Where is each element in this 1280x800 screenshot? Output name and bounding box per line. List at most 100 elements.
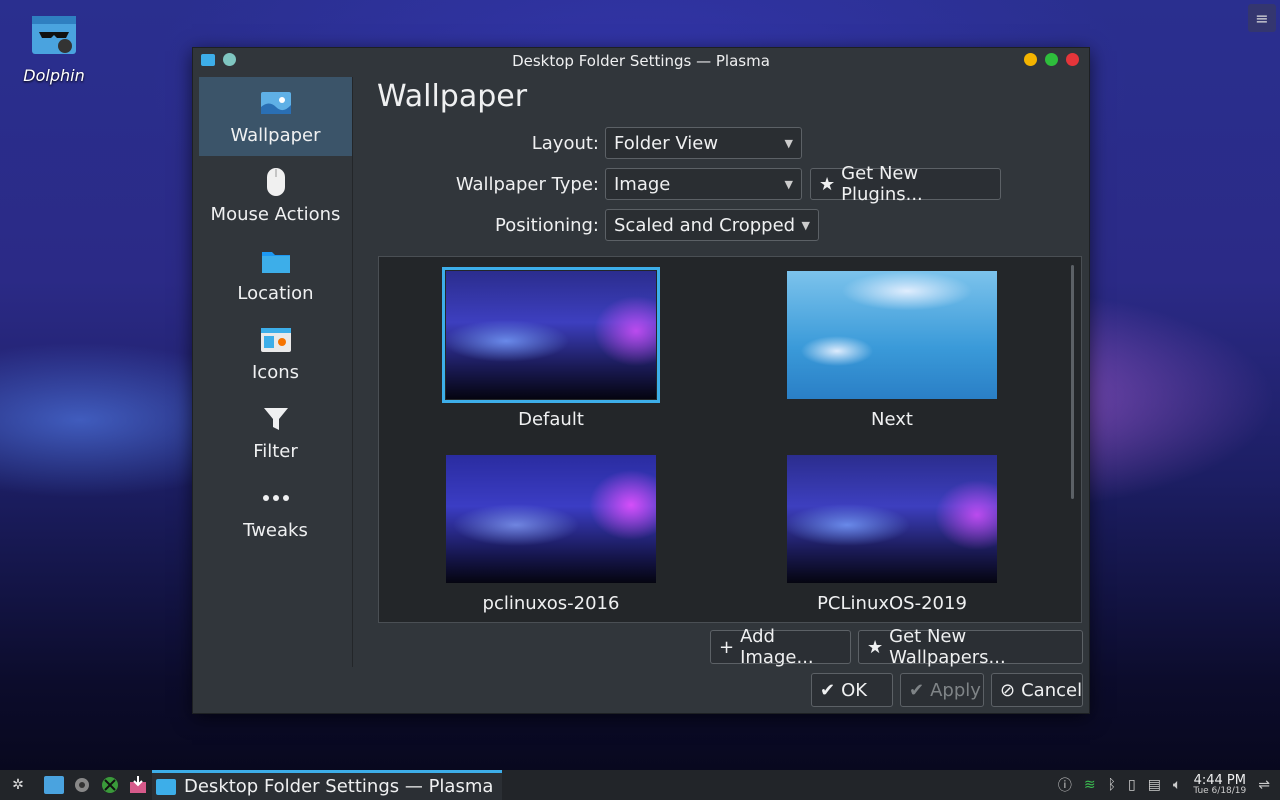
- plus-icon: +: [719, 636, 735, 658]
- desktop-folder-settings-window: Desktop Folder Settings — Plasma Wallpap…: [192, 47, 1090, 714]
- sidebar-item-mouse-actions[interactable]: Mouse Actions: [199, 156, 352, 235]
- hamburger-icon: ≡: [1255, 8, 1269, 28]
- filter-icon: [263, 408, 288, 430]
- desktop-menu-button[interactable]: ≡: [1248, 4, 1276, 32]
- sidebar-item-label: Location: [237, 283, 314, 304]
- volume-icon[interactable]: 🔈︎: [1173, 777, 1181, 793]
- wallpaper-name: Next: [871, 409, 913, 430]
- page-title: Wallpaper: [377, 79, 528, 114]
- positioning-select[interactable]: Scaled and Cropped ▼: [605, 209, 819, 241]
- sidebar-item-label: Filter: [253, 441, 298, 462]
- taskbar: ✲ Desktop Folder Settings — Plasma ⓘ ≋ ᛒ…: [0, 770, 1280, 800]
- wallpaper-page: Wallpaper Layout: Folder View ▼ Wallpape…: [377, 77, 1083, 707]
- sidebar-item-label: Wallpaper: [230, 125, 321, 146]
- wallpaper-name: Default: [518, 409, 584, 430]
- notification-icon[interactable]: ⓘ: [1058, 775, 1072, 795]
- star-icon: ★: [819, 173, 836, 195]
- taskbar-task-desktop-folder-settings[interactable]: Desktop Folder Settings — Plasma: [152, 770, 502, 800]
- layout-value: Folder View: [614, 132, 719, 154]
- xbox-icon: [102, 777, 118, 793]
- sidebar-item-location[interactable]: Location: [199, 235, 352, 314]
- sidebar-item-label: Mouse Actions: [210, 204, 341, 225]
- window-title: Desktop Folder Settings — Plasma: [512, 51, 770, 70]
- apply-button[interactable]: ✔ Apply: [900, 673, 984, 707]
- settings-launcher[interactable]: [72, 775, 92, 795]
- chevron-down-icon: ▼: [784, 136, 793, 150]
- wallpaper-thumbnail: [442, 267, 660, 403]
- ok-button[interactable]: ✔ OK: [811, 673, 893, 707]
- wallpaper-thumbnail: [446, 455, 656, 583]
- title-bar[interactable]: Desktop Folder Settings — Plasma: [193, 48, 1089, 73]
- gallery-scrollbar[interactable]: [1071, 265, 1074, 499]
- dolphin-icon: [32, 16, 76, 54]
- wallpaper-item-pclinuxos-2016[interactable]: pclinuxos-2016: [445, 455, 657, 614]
- chevron-down-icon: ▼: [801, 218, 810, 232]
- sidebar-item-icons[interactable]: Icons: [199, 314, 352, 393]
- wallpaper-type-value: Image: [614, 173, 671, 195]
- wallpaper-type-select[interactable]: Image ▼: [605, 168, 802, 200]
- wallpaper-item-default[interactable]: Default: [442, 267, 660, 430]
- system-tray: ⓘ ≋ ᛒ ▯ ▤ 🔈︎ 4:44 PM Tue 6/18/19 ⇌: [1058, 770, 1270, 800]
- window-app-icon: [156, 778, 176, 795]
- positioning-value: Scaled and Cropped: [614, 214, 796, 236]
- add-image-button[interactable]: + Add Image...: [710, 626, 851, 668]
- installer-launcher[interactable]: [128, 775, 148, 795]
- app-launcher-button[interactable]: ✲: [8, 775, 28, 795]
- positioning-row: Positioning: Scaled and Cropped ▼: [377, 209, 819, 241]
- star-icon: ★: [867, 636, 884, 658]
- check-icon: ✔: [820, 679, 836, 701]
- clock-date: Tue 6/18/19: [1193, 786, 1247, 796]
- sidebar-item-filter[interactable]: Filter: [199, 393, 352, 472]
- maximize-button[interactable]: [1045, 53, 1058, 66]
- clock[interactable]: 4:44 PM Tue 6/18/19: [1193, 774, 1246, 796]
- get-new-plugins-button[interactable]: ★ Get New Plugins...: [810, 163, 1001, 205]
- pin-icon[interactable]: [223, 53, 236, 66]
- more-icon: [262, 495, 289, 501]
- add-image-label: Add Image...: [740, 626, 814, 668]
- gear-icon: [75, 778, 89, 792]
- wallpaper-thumbnail: [787, 271, 997, 399]
- dolphin-launcher[interactable]: [44, 775, 64, 795]
- mouse-icon: [266, 168, 285, 196]
- wallpaper-thumbnail: [787, 455, 997, 583]
- xbox-launcher[interactable]: [100, 775, 120, 795]
- launcher-icon: ✲: [12, 777, 24, 793]
- window-app-icon[interactable]: [201, 53, 215, 66]
- wallpaper-icon: [260, 92, 291, 114]
- wallpaper-name: PCLinuxOS-2019: [817, 593, 967, 614]
- layout-label: Layout:: [531, 132, 599, 154]
- sidebar-item-label: Icons: [251, 362, 299, 383]
- cancel-label: Cancel: [1021, 679, 1083, 701]
- get-new-wallpapers-button[interactable]: ★ Get New Wallpapers...: [858, 626, 1083, 668]
- layout-select[interactable]: Folder View ▼: [605, 127, 802, 159]
- clipboard-icon[interactable]: ▤: [1148, 777, 1161, 793]
- battery-icon[interactable]: ▯: [1128, 777, 1136, 793]
- positioning-label: Positioning:: [495, 214, 599, 236]
- bluetooth-icon[interactable]: ᛒ: [1108, 777, 1116, 793]
- check-icon: ✔: [909, 679, 925, 701]
- wallpaper-type-row: Wallpaper Type: Image ▼ ★ Get New Plugin…: [377, 163, 1001, 205]
- cancel-button[interactable]: ⊘ Cancel: [991, 673, 1083, 707]
- folder-icon: [261, 252, 290, 273]
- wallpaper-grid: Default Next pclinuxos-2016 PCLinuxOS-20…: [378, 256, 1082, 623]
- desktop-icon-label: Dolphin: [23, 66, 85, 85]
- sidebar-item-label: Tweaks: [243, 520, 308, 541]
- close-button[interactable]: [1066, 53, 1079, 66]
- panel-settings-icon[interactable]: ⇌: [1258, 777, 1270, 793]
- icons-icon: [260, 328, 291, 352]
- ok-label: OK: [841, 679, 868, 701]
- minimize-button[interactable]: [1024, 53, 1037, 66]
- layout-row: Layout: Folder View ▼: [377, 127, 802, 159]
- wifi-icon[interactable]: ≋: [1084, 777, 1096, 793]
- sidebar-item-tweaks[interactable]: Tweaks: [199, 472, 352, 551]
- wallpaper-item-next[interactable]: Next: [786, 271, 998, 430]
- apply-label: Apply: [930, 679, 981, 701]
- sidebar-item-wallpaper[interactable]: Wallpaper: [199, 77, 352, 156]
- cancel-icon: ⊘: [1000, 679, 1016, 701]
- wallpaper-name: pclinuxos-2016: [482, 593, 620, 614]
- task-label: Desktop Folder Settings — Plasma: [184, 776, 494, 797]
- wallpaper-item-pclinuxos-2019[interactable]: PCLinuxOS-2019: [786, 455, 998, 614]
- desktop-icon-dolphin[interactable]: Dolphin: [14, 10, 94, 85]
- get-new-plugins-label: Get New Plugins...: [841, 163, 923, 205]
- chevron-down-icon: ▼: [784, 177, 793, 191]
